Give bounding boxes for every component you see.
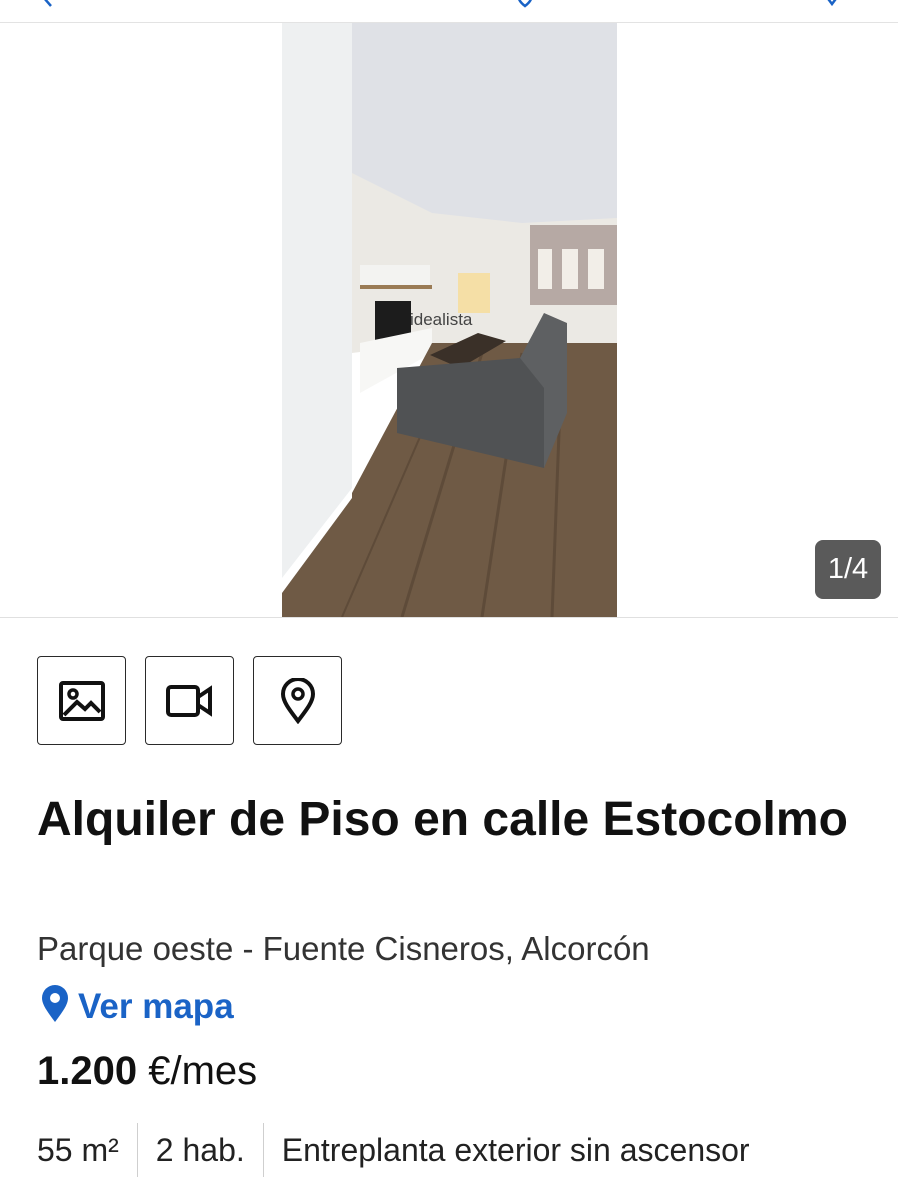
photo-gallery[interactable]: idealista 1/4 — [0, 23, 898, 618]
feature-floor: Entreplanta exterior sin ascensor — [281, 1132, 750, 1168]
listing-photo[interactable]: idealista — [282, 23, 617, 617]
media-buttons — [37, 656, 342, 745]
listing-location: Parque oeste - Fuente Cisneros, Alcorcón — [37, 930, 650, 967]
map-pin-icon — [280, 677, 316, 724]
price-amount: 1.200 — [37, 1049, 138, 1093]
map-link[interactable]: Ver mapa — [40, 985, 234, 1028]
map-button[interactable] — [253, 656, 342, 745]
feature-rooms: 2 hab. — [155, 1132, 245, 1168]
feature-area: 55 m² — [37, 1132, 119, 1168]
listing-title: Alquiler de Piso en calle Estocolmo — [37, 793, 848, 846]
map-link-label: Ver mapa — [78, 986, 234, 1026]
share-icon[interactable] — [822, 0, 842, 8]
photo-counter: 1/4 — [815, 540, 881, 599]
video-button[interactable] — [145, 656, 234, 745]
photos-icon — [58, 680, 105, 721]
heart-icon[interactable] — [515, 0, 535, 8]
features-row: 55 m² 2 hab. Entreplanta exterior sin as… — [37, 1122, 768, 1178]
price-unit: €/mes — [148, 1049, 258, 1093]
top-app-bar — [0, 0, 898, 23]
location-pin-icon — [40, 985, 70, 1028]
photos-button[interactable] — [37, 656, 126, 745]
price: 1.200 €/mes — [37, 1049, 257, 1094]
video-icon — [165, 684, 214, 718]
chevron-left-icon[interactable] — [38, 0, 58, 8]
watermark: idealista — [410, 310, 473, 329]
